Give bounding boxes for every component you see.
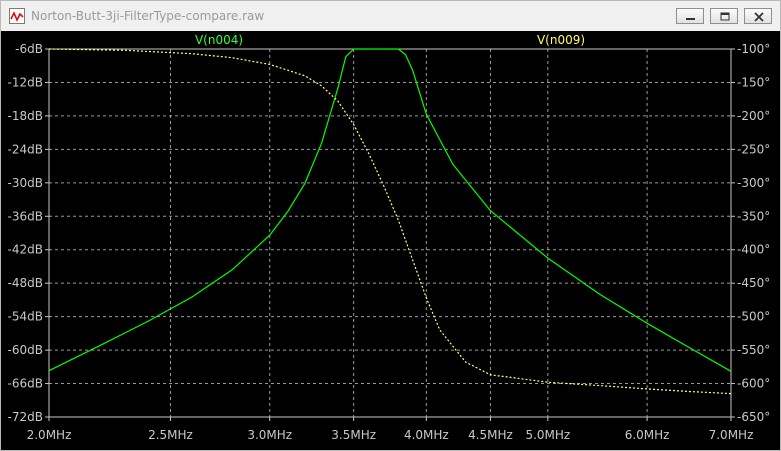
right-axis-tick-label: -550° [737,343,770,357]
restore-button[interactable] [710,8,738,24]
minimize-button[interactable] [676,8,704,24]
trace-label-vn004: V(n004) [195,33,243,47]
window-title: Norton-Butt-3ji-FilterType-compare.raw [31,9,265,23]
right-axis-tick-label: -300° [737,176,770,190]
right-axis-tick-label: -500° [737,310,770,324]
series-line-vn004 [48,48,732,372]
left-axis-tick-label: -6dB [15,42,43,56]
x-tick-label: 2.5MHz [148,428,193,442]
right-axis-tick-label: -200° [737,109,770,123]
right-axis-tick-label: -400° [737,243,770,257]
x-tick-label: 3.0MHz [247,428,292,442]
x-tick-label: 2.0MHz [27,428,72,442]
series-line-vn009 [48,48,732,395]
close-button[interactable] [744,8,772,24]
left-axis-tick-label: -66dB [8,377,43,391]
bode-plot[interactable]: 2.0MHz 2.5MHz 3.0MHz 3.5MHz 4.0MHz 4.5MHz 5.0M… [1,31,780,450]
right-axis-tick-label: -100° [737,42,770,56]
x-tick-label: 4.0MHz [404,428,449,442]
right-axis-tick-label: -650° [737,410,770,424]
right-axis-tick-label: -350° [737,209,770,223]
title-bar[interactable]: Norton-Butt-3ji-FilterType-compare.raw [1,1,780,31]
restore-icon [720,12,730,21]
plot-area[interactable]: 2.0MHz 2.5MHz 3.0MHz 3.5MHz 4.0MHz 4.5MHz 5.0M… [1,31,780,450]
left-axis-tick-label: -72dB [8,410,43,424]
waveform-window: Norton-Butt-3ji-FilterType-compare.raw 2… [0,0,781,451]
x-tick-label: 5.0MHz [525,428,570,442]
x-tick-label: 7.0MHz [709,428,754,442]
right-axis-tick-label: -600° [737,377,770,391]
x-tick-label: 3.5MHz [331,428,376,442]
right-axis-tick-label: -250° [737,142,770,156]
x-tick-label: 6.0MHz [625,428,670,442]
plot-frame [48,48,732,418]
minimize-icon [686,18,695,20]
left-axis-tick-label: -60dB [8,343,43,357]
close-icon [754,12,764,22]
left-axis-tick-label: -42dB [8,243,43,257]
left-axis-tick-label: -48dB [8,276,43,290]
right-axis-tick-label: -150° [737,75,770,89]
x-tick-label: 4.5MHz [468,428,513,442]
left-axis-tick-label: -30dB [8,176,43,190]
left-axis-tick-label: -24dB [8,142,43,156]
left-axis-tick-label: -54dB [8,310,43,324]
left-axis-tick-label: -18dB [8,109,43,123]
right-axis-tick-label: -450° [737,276,770,290]
left-axis-tick-label: -36dB [8,209,43,223]
waveform-app-icon [9,8,25,24]
left-axis-tick-label: -12dB [8,75,43,89]
trace-label-vn009: V(n009) [537,33,585,47]
